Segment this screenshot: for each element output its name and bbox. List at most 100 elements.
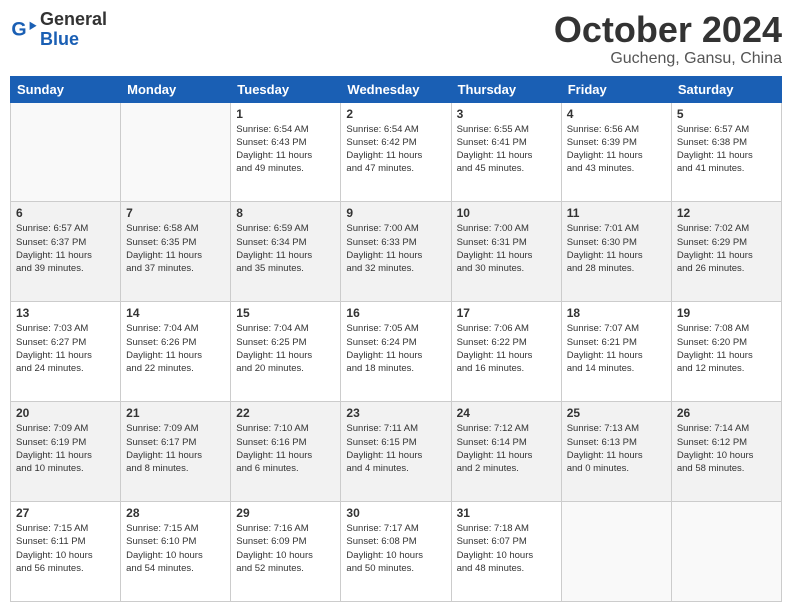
day-info: Sunrise: 7:10 AM Sunset: 6:16 PM Dayligh… — [236, 422, 335, 475]
day-number: 10 — [457, 206, 556, 220]
day-info: Sunrise: 7:17 AM Sunset: 6:08 PM Dayligh… — [346, 522, 445, 575]
day-info: Sunrise: 7:16 AM Sunset: 6:09 PM Dayligh… — [236, 522, 335, 575]
day-number: 13 — [16, 306, 115, 320]
calendar-cell — [11, 102, 121, 202]
day-number: 11 — [567, 206, 666, 220]
weekday-header-sunday: Sunday — [11, 76, 121, 102]
calendar-cell: 11 Sunrise: 7:01 AM Sunset: 6:30 PM Dayli… — [561, 202, 671, 302]
calendar-cell: 5Sunrise: 6:57 AM Sunset: 6:38 PM Daylig… — [671, 102, 781, 202]
calendar-table: SundayMondayTuesdayWednesdayThursdayFrid… — [10, 76, 782, 602]
day-number: 2 — [346, 107, 445, 121]
logo-blue: Blue — [40, 30, 107, 50]
day-number: 27 — [16, 506, 115, 520]
calendar-cell: 8 Sunrise: 6:59 AM Sunset: 6:34 PM Daylig… — [231, 202, 341, 302]
calendar-cell: 25 Sunrise: 7:13 AM Sunset: 6:13 PM Dayli… — [561, 402, 671, 502]
calendar-cell: 15 Sunrise: 7:04 AM Sunset: 6:25 PM Dayli… — [231, 302, 341, 402]
day-number: 1 — [236, 107, 335, 121]
logo-general: General — [40, 10, 107, 30]
calendar-cell: 22 Sunrise: 7:10 AM Sunset: 6:16 PM Dayli… — [231, 402, 341, 502]
logo: G General Blue — [10, 10, 107, 50]
weekday-header-row: SundayMondayTuesdayWednesdayThursdayFrid… — [11, 76, 782, 102]
day-number: 30 — [346, 506, 445, 520]
weekday-header-tuesday: Tuesday — [231, 76, 341, 102]
day-info: Sunrise: 7:11 AM Sunset: 6:15 PM Dayligh… — [346, 422, 445, 475]
day-number: 26 — [677, 406, 776, 420]
day-info: Sunrise: 7:15 AM Sunset: 6:10 PM Dayligh… — [126, 522, 225, 575]
day-info: Sunrise: 7:00 AM Sunset: 6:33 PM Dayligh… — [346, 222, 445, 275]
calendar-cell: 19Sunrise: 7:08 AM Sunset: 6:20 PM Dayli… — [671, 302, 781, 402]
weekday-header-saturday: Saturday — [671, 76, 781, 102]
day-info: Sunrise: 7:07 AM Sunset: 6:21 PM Dayligh… — [567, 322, 666, 375]
logo-text: General Blue — [40, 10, 107, 50]
day-number: 29 — [236, 506, 335, 520]
week-row-2: 6 Sunrise: 6:57 AM Sunset: 6:37 PM Daylig… — [11, 202, 782, 302]
day-info: Sunrise: 6:54 AM Sunset: 6:42 PM Dayligh… — [346, 123, 445, 176]
day-info: Sunrise: 7:09 AM Sunset: 6:17 PM Dayligh… — [126, 422, 225, 475]
day-number: 6 — [16, 206, 115, 220]
calendar-cell: 17Sunrise: 7:06 AM Sunset: 6:22 PM Dayli… — [451, 302, 561, 402]
calendar-cell: 20 Sunrise: 7:09 AM Sunset: 6:19 PM Dayli… — [11, 402, 121, 502]
day-info: Sunrise: 6:56 AM Sunset: 6:39 PM Dayligh… — [567, 123, 666, 176]
calendar-cell — [561, 502, 671, 602]
week-row-3: 13 Sunrise: 7:03 AM Sunset: 6:27 PM Dayli… — [11, 302, 782, 402]
week-row-5: 27 Sunrise: 7:15 AM Sunset: 6:11 PM Dayli… — [11, 502, 782, 602]
weekday-header-monday: Monday — [121, 76, 231, 102]
calendar-cell: 13 Sunrise: 7:03 AM Sunset: 6:27 PM Dayli… — [11, 302, 121, 402]
weekday-header-friday: Friday — [561, 76, 671, 102]
calendar-cell: 14 Sunrise: 7:04 AM Sunset: 6:26 PM Dayli… — [121, 302, 231, 402]
day-info: Sunrise: 7:13 AM Sunset: 6:13 PM Dayligh… — [567, 422, 666, 475]
calendar-cell: 16Sunrise: 7:05 AM Sunset: 6:24 PM Dayli… — [341, 302, 451, 402]
day-number: 24 — [457, 406, 556, 420]
day-number: 18 — [567, 306, 666, 320]
day-info: Sunrise: 6:57 AM Sunset: 6:37 PM Dayligh… — [16, 222, 115, 275]
day-info: Sunrise: 7:02 AM Sunset: 6:29 PM Dayligh… — [677, 222, 776, 275]
day-number: 28 — [126, 506, 225, 520]
day-number: 15 — [236, 306, 335, 320]
calendar-cell: 3Sunrise: 6:55 AM Sunset: 6:41 PM Daylig… — [451, 102, 561, 202]
week-row-4: 20 Sunrise: 7:09 AM Sunset: 6:19 PM Dayli… — [11, 402, 782, 502]
calendar-cell: 7 Sunrise: 6:58 AM Sunset: 6:35 PM Daylig… — [121, 202, 231, 302]
day-number: 22 — [236, 406, 335, 420]
day-number: 17 — [457, 306, 556, 320]
calendar-cell: 27 Sunrise: 7:15 AM Sunset: 6:11 PM Dayli… — [11, 502, 121, 602]
day-info: Sunrise: 7:00 AM Sunset: 6:31 PM Dayligh… — [457, 222, 556, 275]
calendar-cell: 12 Sunrise: 7:02 AM Sunset: 6:29 PM Dayli… — [671, 202, 781, 302]
weekday-header-thursday: Thursday — [451, 76, 561, 102]
calendar-cell: 26 Sunrise: 7:14 AM Sunset: 6:12 PM Dayli… — [671, 402, 781, 502]
calendar-cell: 29 Sunrise: 7:16 AM Sunset: 6:09 PM Dayli… — [231, 502, 341, 602]
day-number: 5 — [677, 107, 776, 121]
calendar-cell — [671, 502, 781, 602]
day-info: Sunrise: 7:15 AM Sunset: 6:11 PM Dayligh… — [16, 522, 115, 575]
calendar-cell — [121, 102, 231, 202]
day-number: 3 — [457, 107, 556, 121]
day-number: 9 — [346, 206, 445, 220]
day-info: Sunrise: 7:05 AM Sunset: 6:24 PM Dayligh… — [346, 322, 445, 375]
calendar-cell: 28 Sunrise: 7:15 AM Sunset: 6:10 PM Dayli… — [121, 502, 231, 602]
day-number: 7 — [126, 206, 225, 220]
logo-icon: G — [10, 16, 38, 44]
day-info: Sunrise: 7:04 AM Sunset: 6:25 PM Dayligh… — [236, 322, 335, 375]
day-number: 20 — [16, 406, 115, 420]
day-number: 25 — [567, 406, 666, 420]
day-info: Sunrise: 6:59 AM Sunset: 6:34 PM Dayligh… — [236, 222, 335, 275]
calendar-cell: 24 Sunrise: 7:12 AM Sunset: 6:14 PM Dayli… — [451, 402, 561, 502]
calendar-cell: 30 Sunrise: 7:17 AM Sunset: 6:08 PM Dayli… — [341, 502, 451, 602]
weekday-header-wednesday: Wednesday — [341, 76, 451, 102]
day-number: 4 — [567, 107, 666, 121]
day-number: 14 — [126, 306, 225, 320]
day-info: Sunrise: 7:12 AM Sunset: 6:14 PM Dayligh… — [457, 422, 556, 475]
day-number: 8 — [236, 206, 335, 220]
calendar-cell: 23Sunrise: 7:11 AM Sunset: 6:15 PM Dayli… — [341, 402, 451, 502]
day-info: Sunrise: 7:03 AM Sunset: 6:27 PM Dayligh… — [16, 322, 115, 375]
calendar-cell: 4 Sunrise: 6:56 AM Sunset: 6:39 PM Daylig… — [561, 102, 671, 202]
calendar-cell: 18 Sunrise: 7:07 AM Sunset: 6:21 PM Dayli… — [561, 302, 671, 402]
day-info: Sunrise: 7:09 AM Sunset: 6:19 PM Dayligh… — [16, 422, 115, 475]
day-info: Sunrise: 7:18 AM Sunset: 6:07 PM Dayligh… — [457, 522, 556, 575]
day-info: Sunrise: 6:58 AM Sunset: 6:35 PM Dayligh… — [126, 222, 225, 275]
day-info: Sunrise: 7:14 AM Sunset: 6:12 PM Dayligh… — [677, 422, 776, 475]
day-info: Sunrise: 7:01 AM Sunset: 6:30 PM Dayligh… — [567, 222, 666, 275]
day-info: Sunrise: 7:04 AM Sunset: 6:26 PM Dayligh… — [126, 322, 225, 375]
svg-text:G: G — [11, 18, 26, 40]
calendar-cell: 1Sunrise: 6:54 AM Sunset: 6:43 PM Daylig… — [231, 102, 341, 202]
day-number: 12 — [677, 206, 776, 220]
